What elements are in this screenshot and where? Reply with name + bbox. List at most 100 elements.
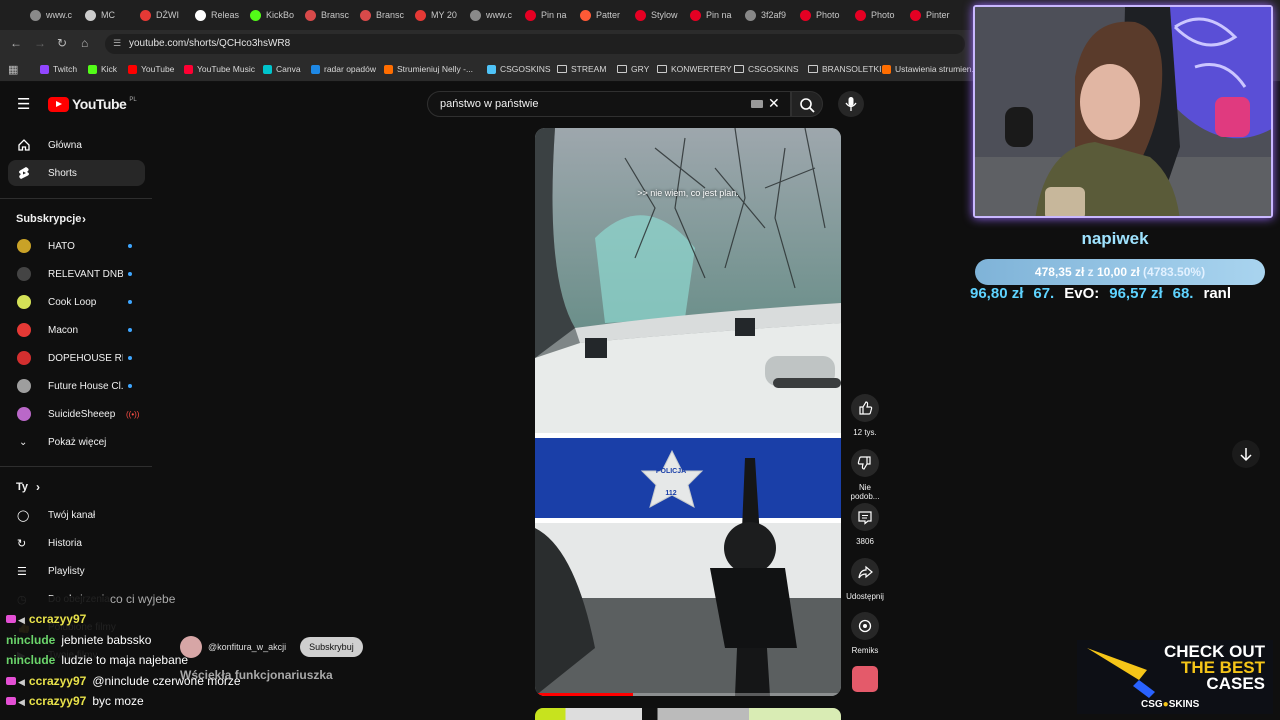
sidebar-item-you[interactable]: ☰ Playlisty (0, 558, 145, 584)
site-info-icon[interactable]: ☰ (113, 38, 121, 49)
bookmark-folder[interactable]: GRY (617, 64, 649, 74)
bookmark-folder[interactable]: CSGOSKINS (734, 64, 799, 74)
sidebar-item-home[interactable]: Główna (0, 132, 145, 158)
keyboard-icon[interactable] (751, 100, 763, 108)
like-button[interactable]: 12 tys. (845, 394, 885, 437)
url-input[interactable]: ☰ youtube.com/shorts/QCHco3hsWR8 (105, 34, 965, 54)
bookmark-label: Ustawienia strumien... (895, 64, 979, 74)
browser-tab[interactable]: KickBo (250, 4, 301, 26)
you-header[interactable]: Ty › (0, 474, 145, 500)
channel-icon: ◯ (17, 509, 30, 522)
voice-search-button[interactable] (838, 91, 864, 117)
region-code: PL (129, 97, 137, 103)
next-short-preview[interactable] (535, 708, 841, 720)
sidebar-item-you[interactable]: ◯ Twój kanał (0, 502, 145, 528)
browser-tab[interactable]: Releas (195, 4, 246, 26)
sidebar-subscription[interactable]: RELEVANT DNB (0, 261, 145, 287)
remix-button[interactable]: Remiks (845, 612, 885, 655)
sidebar-subscription[interactable]: HATO (0, 233, 145, 259)
action-label: Remiks (851, 646, 879, 655)
action-label: 12 tys. (853, 428, 877, 437)
bookmark-folder[interactable]: KONWERTERY (657, 64, 732, 74)
bookmark-site[interactable]: Kick (88, 64, 117, 74)
reload-icon[interactable]: ↻ (57, 36, 67, 50)
next-short-button[interactable] (1232, 440, 1260, 468)
browser-tab[interactable]: Stylow (635, 4, 686, 26)
sound-thumbnail[interactable] (852, 666, 878, 692)
bookmark-folder[interactable]: BRANSOLETKI (808, 64, 882, 74)
bookmark-site[interactable]: radar opadów (311, 64, 376, 74)
ticker-segment: EvO: (1064, 285, 1100, 302)
bookmark-site[interactable]: Twitch (40, 64, 77, 74)
tab-label: Bransc (376, 10, 405, 20)
clear-search-icon[interactable]: ✕ (768, 95, 780, 112)
bookmark-site[interactable]: Ustawienia strumien... (882, 64, 979, 74)
action-label: 3806 (856, 537, 874, 546)
browser-tab[interactable]: 3f2af9 (745, 4, 796, 26)
browser-tab[interactable]: Bransc (360, 4, 411, 26)
browser-tab[interactable]: Pinter (910, 4, 961, 26)
browser-tab[interactable]: Pin na (525, 4, 576, 26)
browser-tab[interactable]: MY 20 (415, 4, 466, 26)
show-more-button[interactable]: ⌄ Pokaż więcej (0, 429, 145, 455)
ticker-segment: 96,57 zł (1109, 285, 1163, 302)
streamer-webcam (973, 5, 1273, 218)
csgoskins-ad[interactable]: CHECK OUT THE BEST CASES CSG●SKINS (1077, 640, 1273, 714)
apps-icon[interactable]: ▦ (8, 63, 18, 76)
browser-tab[interactable]: www.c (30, 4, 81, 26)
subscriber-badge-icon (6, 697, 16, 705)
bookmark-site[interactable]: YouTube Music (184, 64, 255, 74)
bookmark-label: Canva (276, 64, 301, 74)
search-input[interactable]: państwo w państwie ✕ (427, 91, 791, 117)
forward-icon[interactable]: → (34, 36, 46, 50)
sidebar-item-label: Główna (48, 139, 82, 151)
short-video-player[interactable]: >> nie wiem, co jest plan. POLICJA 112 (535, 128, 841, 696)
bookmark-site[interactable]: Strumieniuj Nelly -... (384, 64, 473, 74)
channel-handle[interactable]: @konfitura_w_akcji (208, 642, 286, 652)
browser-tab[interactable]: Photo (855, 4, 906, 26)
browser-tab[interactable]: MC (85, 4, 136, 26)
folder-icon (808, 65, 818, 73)
new-content-dot (128, 328, 132, 332)
dislike-button[interactable]: Nie podob... (845, 448, 885, 501)
sidebar-subscription[interactable]: Macon (0, 317, 145, 343)
bookmark-site[interactable]: CSGOSKINS (487, 64, 551, 74)
show-more-label: Pokaż więcej (48, 436, 107, 448)
share-button[interactable]: Udostępnij (845, 557, 885, 601)
video-progress-track[interactable] (535, 693, 841, 696)
tab-label: Bransc (321, 10, 350, 20)
home-icon[interactable]: ⌂ (81, 36, 88, 50)
sidebar-item-shorts[interactable]: Shorts (8, 160, 145, 186)
sidebar-subscription[interactable]: SuicideSheeep ((•)) (0, 401, 145, 427)
youtube-logo-icon (48, 96, 69, 112)
tab-label: www.c (46, 10, 73, 20)
bookmark-site[interactable]: YouTube (128, 64, 174, 74)
sidebar-item-label: Playlisty (48, 565, 85, 577)
comment-button[interactable]: 3806 (845, 503, 885, 546)
browser-tab[interactable]: Photo (800, 4, 851, 26)
subscription-label: Cook Loop (48, 296, 97, 308)
browser-tab[interactable]: Bransc (305, 4, 356, 26)
shorts-icon (19, 167, 29, 179)
bookmark-site[interactable]: Canva (263, 64, 301, 74)
chat-username: ccrazyy97 (28, 694, 87, 708)
subscriptions-header[interactable]: Subskrypcje › (0, 206, 145, 232)
bookmark-label: Twitch (53, 64, 78, 74)
subscribe-button[interactable]: Subskrybuj (300, 637, 363, 657)
sidebar-subscription[interactable]: DOPEHOUSE RE... (0, 345, 145, 371)
menu-icon[interactable]: ☰ (17, 95, 30, 113)
subscription-label: RELEVANT DNB (48, 268, 123, 280)
sidebar-item-you[interactable]: ↻ Historia (0, 530, 145, 556)
browser-tab[interactable]: www.c (470, 4, 521, 26)
browser-tab[interactable]: DŹWI (140, 4, 191, 26)
browser-tab[interactable]: Patter (580, 4, 631, 26)
youtube-logo[interactable]: YouTube PL (48, 96, 137, 112)
chat-message: ninclude jebniete babssko (6, 633, 151, 647)
sidebar-subscription[interactable]: Future House Cl... (0, 373, 145, 399)
bookmark-folder[interactable]: STREAM (557, 64, 606, 74)
search-button[interactable] (791, 91, 823, 117)
browser-tab[interactable]: Pin na (690, 4, 741, 26)
back-icon[interactable]: ← (10, 36, 22, 50)
subscription-label: HATO (48, 240, 75, 252)
sidebar-subscription[interactable]: Cook Loop (0, 289, 145, 315)
